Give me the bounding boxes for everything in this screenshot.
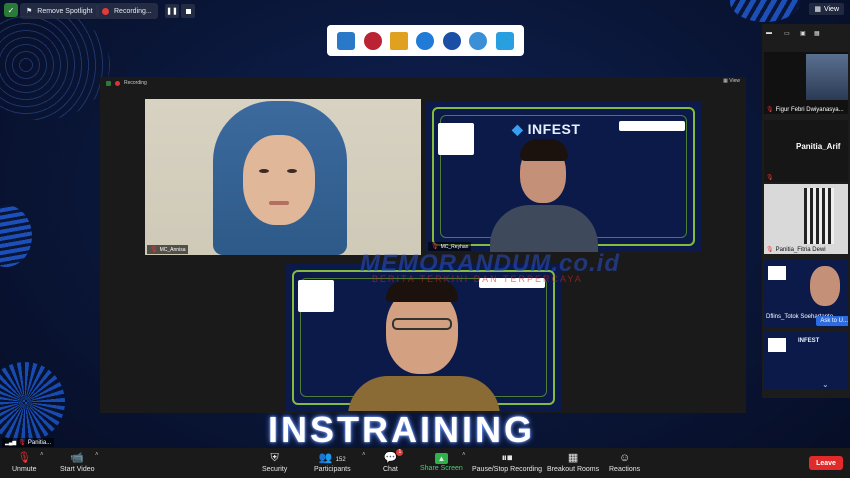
unmute-button[interactable]: 🎙 Unmute [12,451,37,473]
side-tile-participant-2[interactable]: Panitia_Arif 🎙 [764,120,848,182]
sponsor-strip [619,121,685,131]
decorative-globe-graphic [0,205,32,267]
sponsor-card [768,338,786,352]
reactions-button[interactable]: ☺ Reactions [609,451,640,473]
self-view-name-tag: ▂▄▆ 🎙 Panitia... [2,438,55,447]
video-tile-mc-reyhan[interactable]: ◆ INFEST 🎙 MC_Reyhan [426,101,701,252]
infest-logo: ◆ INFEST [512,121,581,137]
pause-stop-icon: ⏸⏹ [501,452,513,464]
meeting-toolbar: 🎙 Unmute ˄ 📹 Start Video ˄ ⛨ Security 👥 … [0,448,850,478]
decorative-globe-graphic [0,10,110,120]
breakout-rooms-icon: ▦ [567,452,579,464]
participants-count: 152 [335,457,346,463]
mic-muted-icon: 🎙 [17,452,32,464]
sponsor-logo [337,31,356,50]
participant-name-tag: 🎙 MC_Annisa [147,245,189,254]
sponsor-card [298,280,334,312]
participant-gallery-strip: ▬ ▭ ▣ ▦ 🎙 Figur Febri Dwiyanasya... Pani… [762,24,850,398]
watermark-subtitle: BERITA TERKINI DAN TERPERCAYA [372,274,583,284]
side-tile-participant-5[interactable]: INFEST [764,332,848,390]
ask-to-unmute-button[interactable]: Ask to U... [816,316,848,326]
minimize-strip-icon[interactable]: ▬ [766,30,772,36]
video-options-chevron-icon[interactable]: ˄ [95,452,99,458]
shield-icon: ⛨ [270,452,279,464]
hide-video-icon[interactable]: ▭ [784,30,790,37]
signal-bars-icon: ▂▄▆ [5,439,17,446]
participant-face [243,135,315,225]
participant-name-tag: 🎙 Panitia_Fitria Dewi [766,246,826,254]
chat-unread-badge: 1 [396,449,404,456]
pause-stop-recording-button[interactable]: ⏸⏹ Pause/Stop Recording [472,451,542,473]
participants-icon: 👥 152 [318,452,346,464]
participants-button[interactable]: 👥 152 Participants [314,451,351,473]
sponsor-logo [416,31,435,50]
grid-view-icon: ▦ [814,6,821,13]
participant-big-name: Panitia_Arif [796,142,841,151]
recording-indicator: Recording... [96,3,158,19]
zoom-meeting-window: ✓ ⚑ Remove Spotlight Recording... ❚❚ ▦ V… [0,0,850,478]
encryption-shield-icon[interactable]: ✓ [4,3,18,17]
spotlight-icon: ⚑ [26,8,33,15]
audio-options-chevron-icon[interactable]: ˄ [40,452,44,458]
remove-spotlight-button[interactable]: ⚑ Remove Spotlight [20,3,99,19]
mic-muted-icon: 🎙 [150,247,158,253]
infest-logo-icon: ◆ [512,121,524,137]
sponsor-logo [495,31,514,50]
recording-dot-icon [115,80,120,86]
participant-thumbnail [806,54,848,100]
sponsor-logo [390,31,409,50]
start-video-button[interactable]: 📹 Start Video [60,451,95,473]
mic-muted-icon: 🎙 [18,440,26,446]
stop-recording-button[interactable] [181,4,195,18]
sponsor-card [768,266,786,280]
chat-icon: 💬 1 [383,449,404,464]
infest-logo: INFEST [798,338,820,344]
stop-icon [185,8,191,14]
decorative-globe-graphic [0,362,65,442]
participant-name-tag: 🎙 [766,174,774,181]
pause-recording-button[interactable]: ❚❚ [165,4,179,18]
scroll-down-chevron-icon[interactable]: ⌄ [822,380,829,389]
mic-muted-icon: 🎙 [766,247,774,253]
event-banner-title: INSTRAINING [268,409,535,450]
participant-name-tag: 🎙 Figur Febri Dwiyanasya... [766,106,844,114]
gallery-view-icon[interactable]: ▦ [814,30,820,37]
side-tile-participant-3[interactable]: 🎙 Panitia_Fitria Dewi [764,184,848,254]
participant-face [810,266,840,306]
video-tile-speaker[interactable] [286,264,561,411]
mic-muted-icon: 🎙 [431,244,439,250]
side-tile-participant-1[interactable]: 🎙 Figur Febri Dwiyanasya... [764,52,848,114]
mic-muted-icon: 🎙 [766,175,774,181]
security-button[interactable]: ⛨ Security [262,451,287,473]
sponsor-logo [469,31,488,50]
inner-status-bar: Recording [100,77,746,89]
share-options-chevron-icon[interactable]: ˄ [462,452,466,458]
video-off-icon: 📹 [70,452,85,464]
background-blinds-graphic [804,188,834,244]
participant-clothing [490,205,598,252]
breakout-rooms-button[interactable]: ▦ Breakout Rooms [547,451,599,473]
sponsor-logo [363,31,382,50]
leave-button[interactable]: Leave [809,456,843,470]
inner-view-label: ▦ View [723,78,740,84]
mic-muted-icon: 🎙 [766,107,774,113]
recording-dot-icon [102,7,109,15]
sponsor-card [438,123,474,155]
share-screen-button[interactable]: ▲ Share Screen [420,451,463,472]
view-button[interactable]: ▦ View [809,3,844,15]
chat-button[interactable]: 💬 1 Chat [383,449,404,473]
participant-clothing [348,376,500,411]
share-screen-icon: ▲ [434,453,448,464]
reactions-icon: ☺ [618,452,631,464]
sponsor-logo-strip [327,25,524,56]
video-tile-mc-annisa[interactable]: 🎙 MC_Annisa [145,99,421,255]
participants-options-chevron-icon[interactable]: ˄ [362,452,366,458]
speaker-view-icon[interactable]: ▣ [800,30,806,37]
sponsor-logo [442,31,461,50]
shield-icon [106,80,111,86]
side-tile-participant-4[interactable]: Dflins_Totok Soehartanto Ask to U... [764,260,848,328]
participant-hair [520,139,568,161]
shared-video-area: Recording ▦ View 🎙 MC_Annisa ◆ INFEST 🎙 … [100,77,746,413]
decorative-globe-graphic [730,0,800,22]
